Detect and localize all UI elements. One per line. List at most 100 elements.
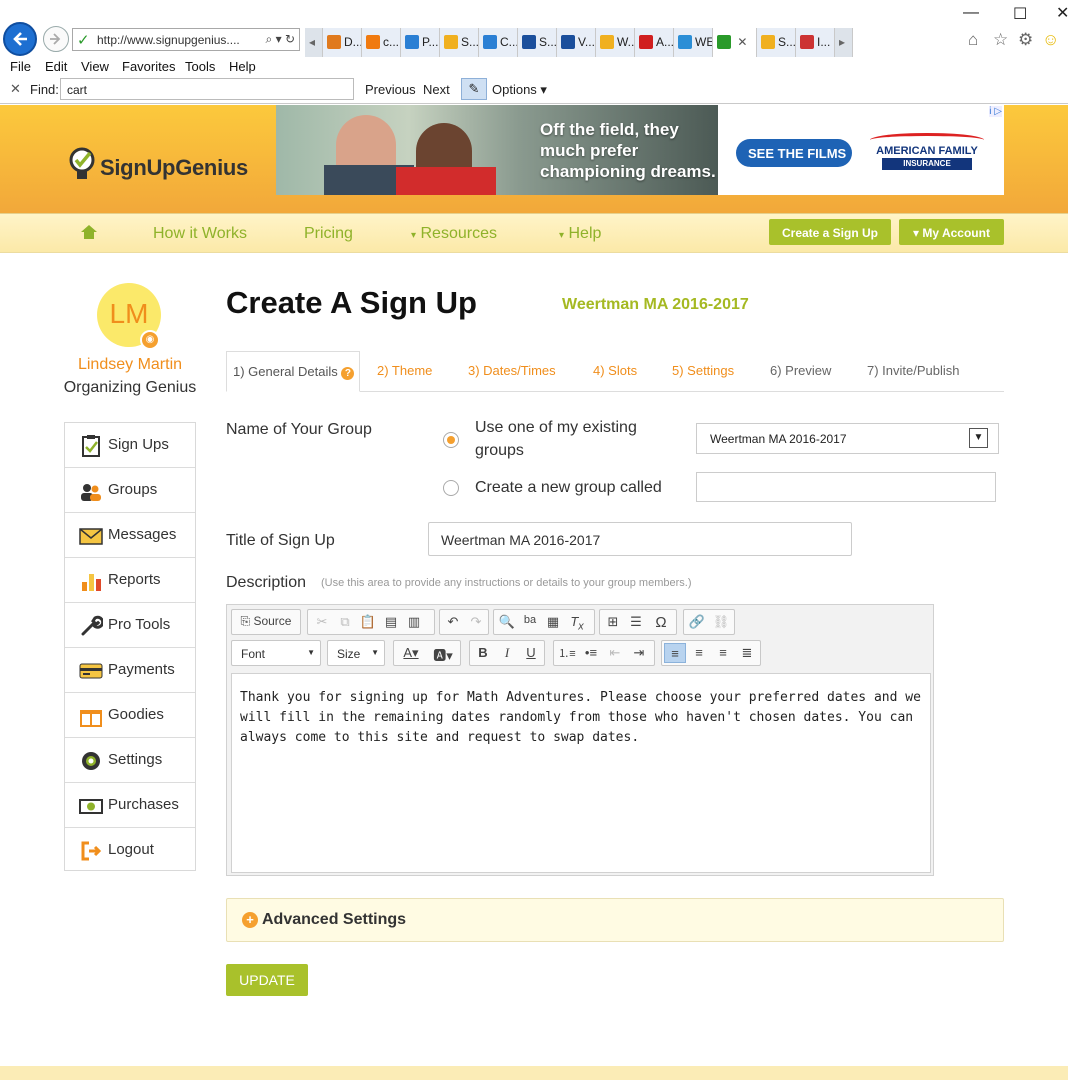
undo-icon[interactable]: ↶ <box>442 612 464 632</box>
user-name[interactable]: Lindsey Martin <box>40 356 220 374</box>
cut-icon[interactable]: ✂ <box>311 612 333 632</box>
redo-icon[interactable]: ↷ <box>465 612 487 632</box>
editor-content[interactable]: Thank you for signing up for Math Advent… <box>231 673 931 873</box>
align-right-icon[interactable]: ≡ <box>712 643 734 663</box>
advanced-settings-panel[interactable]: + Advanced Settings <box>226 898 1004 942</box>
browser-tab[interactable]: ✕ <box>713 28 757 57</box>
smiley-feedback-icon[interactable]: ☺ <box>1042 30 1059 50</box>
align-justify-icon[interactable]: ≣ <box>736 643 758 663</box>
background-color-icon[interactable]: 🅰▾ <box>428 643 458 663</box>
camera-icon[interactable]: ◉ <box>140 330 160 350</box>
browser-tab[interactable]: S... <box>518 28 557 57</box>
special-char-icon[interactable]: Ω <box>650 612 672 632</box>
forward-button[interactable] <box>43 26 69 52</box>
paste-icon[interactable]: 📋 <box>357 612 379 632</box>
sidebar-item-groups[interactable]: Groups <box>65 468 195 513</box>
tab-scroll-left[interactable]: ◂ <box>305 28 323 57</box>
size-select[interactable]: Size ▼ <box>327 640 385 666</box>
menu-help[interactable]: Help <box>229 59 256 74</box>
find-icon[interactable]: 🔍 <box>496 612 518 632</box>
copy-icon[interactable]: ⧉ <box>334 612 356 632</box>
find-next-button[interactable]: Next <box>423 82 450 97</box>
find-input[interactable]: cart <box>60 78 354 100</box>
new-group-radio[interactable] <box>443 480 459 496</box>
table-icon[interactable]: ⊞ <box>602 612 624 632</box>
browser-tab[interactable]: S... <box>440 28 479 57</box>
nav-resources[interactable]: ▾ Resources <box>411 225 497 243</box>
font-select[interactable]: Font ▼ <box>231 640 321 666</box>
address-bar[interactable]: ✓ http://www.signupgenius.... ⌕ ▾ ↻ <box>72 28 300 51</box>
paste-text-icon[interactable]: ▤ <box>380 612 402 632</box>
find-previous-button[interactable]: Previous <box>365 82 416 97</box>
numbered-list-icon[interactable]: ⒈≡ <box>556 643 578 663</box>
tab-theme[interactable]: 2) Theme <box>377 363 432 378</box>
new-group-input[interactable] <box>696 472 996 502</box>
favorites-star-icon[interactable]: ☆ <box>993 30 1008 50</box>
sidebar-item-logout[interactable]: Logout <box>65 828 195 873</box>
advertisement-banner[interactable]: Off the field, they much prefer champion… <box>276 105 1004 195</box>
text-color-icon[interactable]: A▾ <box>396 643 426 663</box>
existing-group-radio[interactable] <box>443 432 459 448</box>
menu-favorites[interactable]: Favorites <box>122 59 175 74</box>
tab-dates-times[interactable]: 3) Dates/Times <box>468 363 556 378</box>
unlink-icon[interactable]: ⛓ <box>710 612 732 632</box>
address-tools-icon[interactable]: ⌕ ▾ ↻ <box>266 32 295 47</box>
browser-tab[interactable]: V... <box>557 28 596 57</box>
minimize-icon[interactable]: — <box>963 4 979 22</box>
underline-icon[interactable]: U <box>520 643 542 663</box>
home-nav-icon[interactable] <box>80 223 98 241</box>
home-icon[interactable]: ⌂ <box>968 30 978 50</box>
browser-tab[interactable]: WE <box>674 28 713 57</box>
sidebar-item-goodies[interactable]: Goodies <box>65 693 195 738</box>
browser-tab[interactable]: I... <box>796 28 835 57</box>
sidebar-item-payments[interactable]: Payments <box>65 648 195 693</box>
bold-icon[interactable]: B <box>472 643 494 663</box>
ad-cta-button[interactable]: SEE THE FILMS › <box>736 139 852 176</box>
browser-tab[interactable]: D... <box>323 28 362 57</box>
browser-tab[interactable]: c... <box>362 28 401 57</box>
sidebar-item-purchases[interactable]: Purchases <box>65 783 195 828</box>
outdent-icon[interactable]: ⇤ <box>604 643 626 663</box>
tab-invite-publish[interactable]: 7) Invite/Publish <box>867 363 960 378</box>
indent-icon[interactable]: ⇥ <box>628 643 650 663</box>
italic-icon[interactable]: I <box>496 643 518 663</box>
back-button[interactable] <box>3 22 37 56</box>
settings-gear-icon[interactable]: ⚙ <box>1018 30 1033 50</box>
tab-preview[interactable]: 6) Preview <box>770 363 831 378</box>
remove-format-icon[interactable]: Tx <box>566 612 588 633</box>
align-center-icon[interactable]: ≡ <box>688 643 710 663</box>
existing-group-label-line1[interactable]: Use one of my existing <box>475 419 637 437</box>
ad-choices-icon[interactable]: i ▷ <box>989 106 1002 117</box>
tab-slots[interactable]: 4) Slots <box>593 363 637 378</box>
nav-pricing[interactable]: Pricing <box>304 225 353 243</box>
select-all-icon[interactable]: ▦ <box>542 612 564 632</box>
title-input[interactable]: Weertman MA 2016-2017 <box>428 522 852 556</box>
bulleted-list-icon[interactable]: •≡ <box>580 643 602 663</box>
menu-edit[interactable]: Edit <box>45 59 67 74</box>
close-tab-icon[interactable]: ✕ <box>734 35 747 49</box>
tab-general-details[interactable]: 1) General Details ? <box>226 351 360 392</box>
existing-group-label-line2[interactable]: groups <box>475 442 524 460</box>
browser-tab[interactable]: W... <box>596 28 635 57</box>
sidebar-item-sign-ups[interactable]: Sign Ups <box>65 423 195 468</box>
sidebar-item-pro-tools[interactable]: Pro Tools <box>65 603 195 648</box>
help-question-icon[interactable]: ? <box>341 367 355 380</box>
menu-file[interactable]: File <box>10 59 31 74</box>
tab-scroll-right[interactable]: ▸ <box>835 28 853 57</box>
close-window-icon[interactable]: ✕ <box>1056 3 1068 23</box>
sidebar-item-reports[interactable]: Reports <box>65 558 195 603</box>
find-options-button[interactable]: Options ▾ <box>492 82 547 98</box>
maximize-icon[interactable]: ☐ <box>1013 4 1027 24</box>
tab-settings[interactable]: 5) Settings <box>672 363 734 378</box>
horizontal-rule-icon[interactable]: ☰ <box>625 612 647 632</box>
browser-tab[interactable]: C... <box>479 28 518 57</box>
menu-view[interactable]: View <box>81 59 109 74</box>
browser-tab[interactable]: P... <box>401 28 440 57</box>
my-account-button[interactable]: ▾ My Account <box>899 219 1004 245</box>
sidebar-item-messages[interactable]: Messages <box>65 513 195 558</box>
group-select[interactable]: Weertman MA 2016-2017 ▼ <box>696 423 999 454</box>
paste-word-icon[interactable]: ▥ <box>403 612 425 632</box>
highlight-matches-icon[interactable]: ✎ <box>461 78 487 100</box>
menu-tools[interactable]: Tools <box>185 59 215 74</box>
new-group-label[interactable]: Create a new group called <box>475 479 662 497</box>
